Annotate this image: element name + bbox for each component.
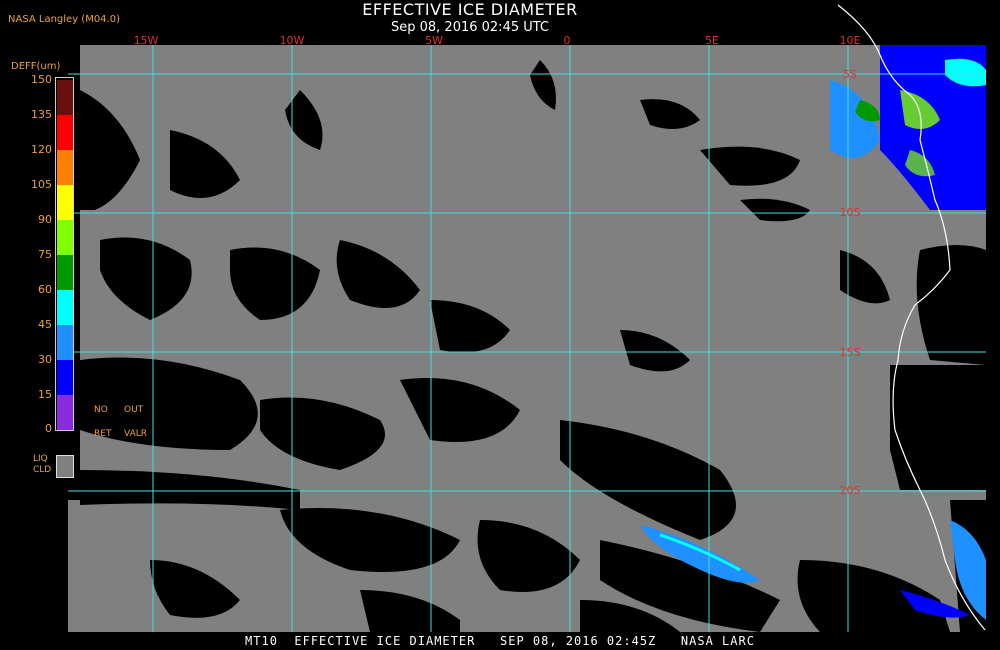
- flag-out: OUT: [124, 405, 144, 415]
- lon-label: 0: [564, 34, 571, 47]
- color-scale-frame: [55, 77, 74, 431]
- lat-label: 10S: [840, 206, 861, 219]
- lon-label: 15W: [134, 34, 159, 47]
- legend-tick: 120: [31, 143, 52, 156]
- legend-tick: 60: [38, 283, 52, 296]
- legend-tick: 135: [31, 108, 52, 121]
- legend-tick: 150: [31, 73, 52, 86]
- legend-tick: 75: [38, 248, 52, 261]
- lat-label: 5S: [843, 68, 857, 81]
- observation-time: Sep 08, 2016 02:45 UTC: [390, 20, 550, 35]
- footer-caption: MT10 EFFECTIVE ICE DIAMETER SEP 08, 2016…: [245, 634, 755, 648]
- flag-valr: VALR: [124, 429, 148, 439]
- lat-label: 15S: [840, 346, 861, 359]
- satellite-map: 15W 10W 5W 0 5E 10E 5S 10S 15S 20S: [68, 4, 986, 632]
- legend-tick: 30: [38, 353, 52, 366]
- product-title: EFFECTIVE ICE DIAMETER: [362, 0, 578, 19]
- legend-tick: 45: [38, 318, 52, 331]
- lon-label: 5W: [425, 34, 443, 47]
- legend-tick: 90: [38, 213, 52, 226]
- lon-label: 5E: [705, 34, 719, 47]
- lon-label: 10W: [280, 34, 305, 47]
- legend-tick: 0: [45, 422, 52, 435]
- flag-no: NO: [94, 405, 108, 415]
- lat-label: 20S: [840, 484, 861, 497]
- lon-label: 10E: [840, 34, 861, 47]
- liquid-cloud-label: LIQ: [33, 454, 48, 464]
- legend-tick: 15: [38, 388, 52, 401]
- legend-tick: 105: [31, 178, 52, 191]
- liquid-cloud-swatch: [56, 455, 74, 478]
- legend-title: DEFF(um): [11, 61, 61, 72]
- liquid-cloud-label: CLD: [33, 465, 52, 475]
- flag-ret: RET: [94, 429, 112, 439]
